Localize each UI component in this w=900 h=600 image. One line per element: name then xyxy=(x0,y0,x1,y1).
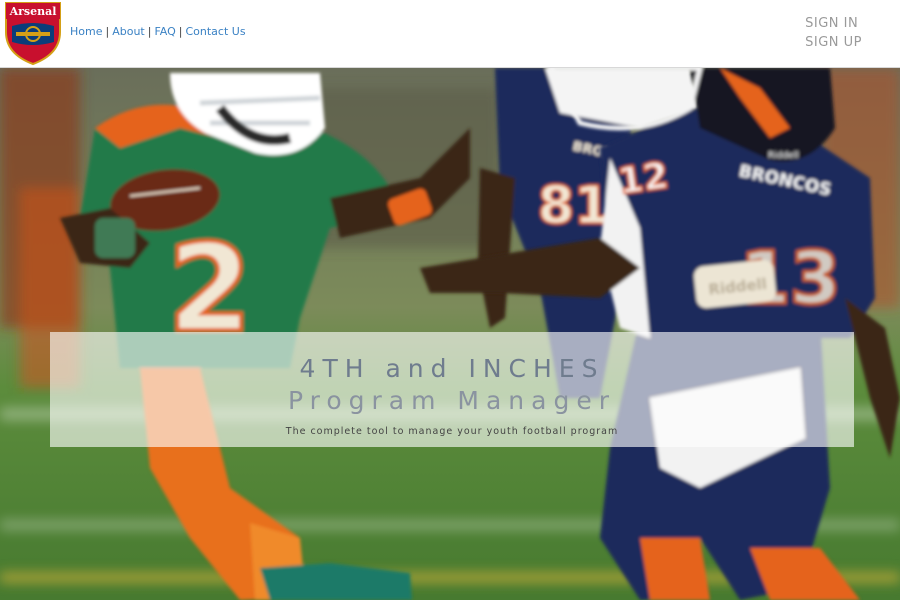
back-jersey-number: 81 xyxy=(538,176,610,236)
main-nav: Home | About | FAQ | Contact Us xyxy=(70,25,246,38)
banner-subtitle: Program Manager xyxy=(287,386,616,415)
top-header: Arsenal Home | About | FAQ | Contact Us SIGN I… xyxy=(0,0,900,68)
nav-separator: | xyxy=(178,25,183,38)
nav-contact-link[interactable]: Contact Us xyxy=(185,25,245,38)
crest-icon: Arsenal xyxy=(5,2,61,66)
sign-up-link[interactable]: SIGN UP xyxy=(805,33,862,52)
arsenal-logo[interactable]: Arsenal xyxy=(2,0,64,66)
auth-links: SIGN IN SIGN UP xyxy=(805,14,862,52)
banner-tagline: The complete tool to manage your youth f… xyxy=(285,426,619,437)
nav-home-link[interactable]: Home xyxy=(70,25,102,38)
nav-faq-link[interactable]: FAQ xyxy=(154,25,175,38)
nav-separator: | xyxy=(105,25,110,38)
banner-title: 4TH and INCHES xyxy=(299,354,605,383)
hero-banner: 4TH and INCHES Program Manager The compl… xyxy=(50,332,854,447)
helmet-brand: Riddell xyxy=(768,151,799,161)
nav-separator: | xyxy=(147,25,152,38)
sign-in-link[interactable]: SIGN IN xyxy=(805,14,862,33)
logo-text: Arsenal xyxy=(9,5,57,18)
right-jersey-number: 12 xyxy=(616,155,671,203)
nav-about-link[interactable]: About xyxy=(112,25,145,38)
